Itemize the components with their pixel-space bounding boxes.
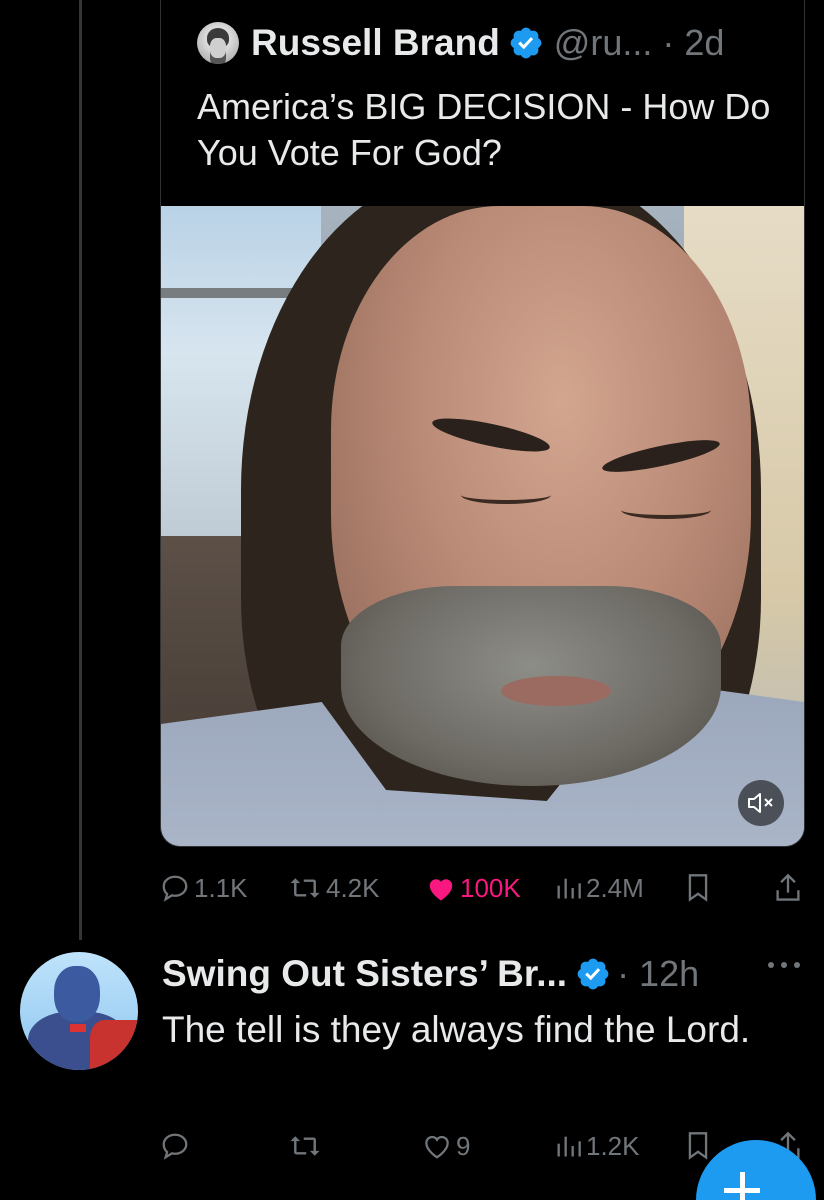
mute-icon — [748, 793, 773, 813]
mute-button[interactable] — [738, 780, 784, 826]
timeline: Russell Brand @ru... · 2d America’s BIG … — [0, 0, 824, 1200]
quoted-handle-time: @ru... · 2d — [553, 22, 725, 63]
reply-author-name[interactable]: Swing Out Sisters’ Br... — [162, 953, 567, 995]
share-button[interactable] — [774, 873, 802, 903]
reply-button[interactable]: 1.1K — [160, 873, 248, 904]
quoted-tweet-header: Russell Brand @ru... · 2d — [197, 18, 724, 68]
quoted-tweet-card[interactable]: Russell Brand @ru... · 2d America’s BIG … — [160, 0, 805, 847]
reply-count: 1.1K — [194, 872, 248, 903]
views-button[interactable]: 1.2K — [554, 1131, 640, 1162]
thread-connector-line — [79, 0, 82, 940]
bookmark-icon — [688, 1132, 708, 1160]
repost-count: 4.2K — [326, 872, 380, 903]
reply-icon — [162, 875, 188, 902]
bookmark-icon — [688, 874, 708, 902]
bookmark-button[interactable] — [686, 1131, 710, 1161]
video-subject-eye — [621, 501, 711, 519]
video-player[interactable] — [161, 206, 804, 846]
verified-badge-icon — [510, 27, 542, 59]
reply-tweet-text: The tell is they always find the Lord. — [162, 1009, 751, 1050]
avatar-figure-head — [54, 966, 100, 1022]
quoted-author-name[interactable]: Russell Brand — [251, 22, 500, 64]
verified-badge-icon — [577, 958, 609, 990]
like-count: 9 — [456, 1130, 471, 1161]
heart-icon — [425, 1135, 449, 1159]
like-button[interactable]: 100K — [426, 873, 521, 904]
video-subject-mouth — [501, 676, 611, 706]
bookmark-button[interactable] — [686, 873, 710, 903]
plus-icon — [740, 1172, 745, 1200]
reply-icon — [162, 1133, 188, 1160]
avatar-figure-jacket — [90, 1020, 138, 1070]
share-icon — [776, 873, 800, 901]
views-icon — [557, 1136, 581, 1157]
quoted-author-avatar[interactable] — [197, 22, 239, 64]
heart-filled-icon — [429, 879, 453, 901]
views-count: 2.4M — [586, 872, 644, 903]
repost-icon — [290, 878, 320, 898]
reply-time: · 12h — [617, 953, 700, 994]
video-subject-eye — [461, 486, 551, 504]
reply-tweet-header: Swing Out Sisters’ Br... · 12h — [162, 950, 699, 998]
reply-author-avatar[interactable] — [20, 952, 138, 1070]
views-count: 1.2K — [586, 1130, 640, 1161]
repost-button[interactable] — [288, 1131, 326, 1161]
reply-button[interactable] — [160, 1131, 194, 1161]
repost-button[interactable]: 4.2K — [288, 873, 380, 904]
like-button[interactable]: 9 — [422, 1131, 470, 1162]
avatar-figure-bowtie — [70, 1024, 86, 1032]
views-icon — [557, 878, 581, 899]
quoted-tweet-text: America’s BIG DECISION - How Do You Vote… — [197, 86, 771, 173]
tweet-action-bar: 1.1K 4.2K 100K 2.4M — [160, 868, 810, 908]
more-options-icon[interactable] — [766, 960, 802, 970]
repost-icon — [290, 1136, 320, 1156]
views-button[interactable]: 2.4M — [554, 873, 644, 904]
like-count: 100K — [460, 872, 521, 903]
